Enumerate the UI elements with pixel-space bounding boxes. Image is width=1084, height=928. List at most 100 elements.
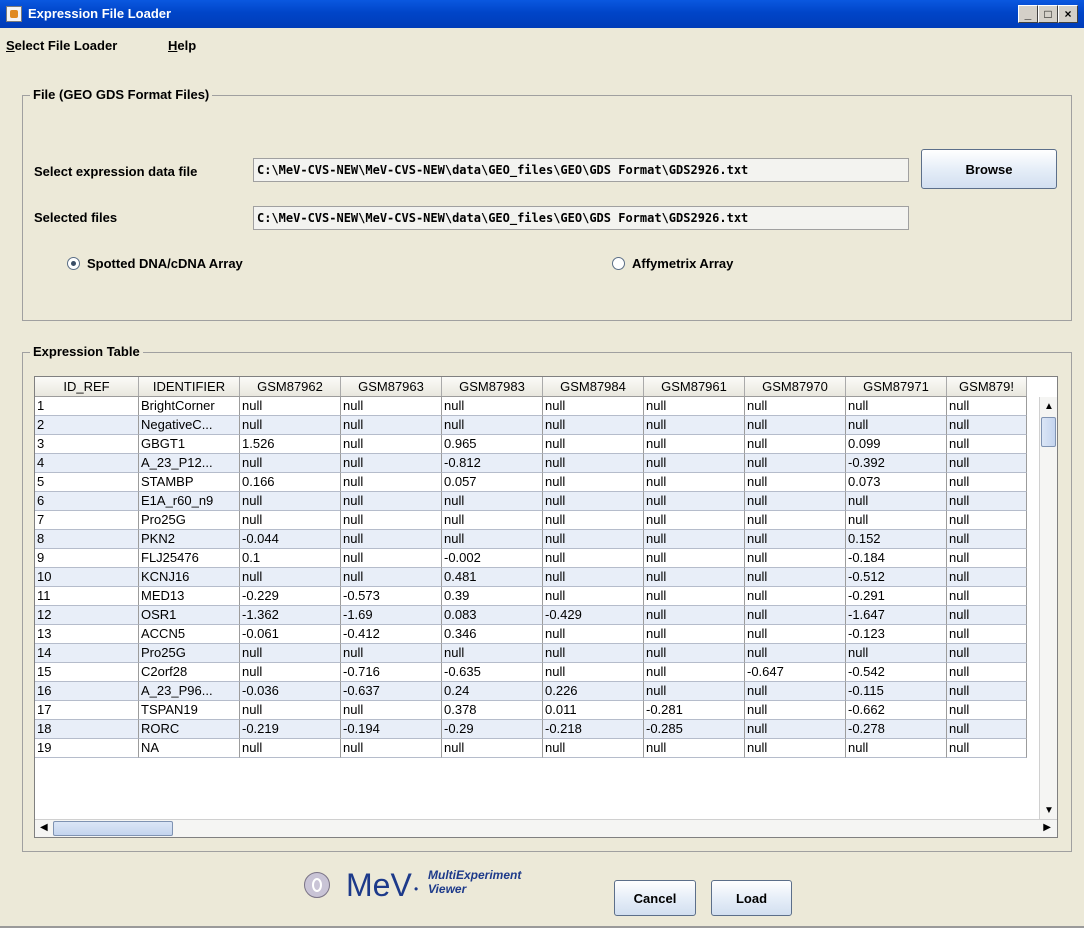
table-cell[interactable]: null bbox=[240, 397, 341, 416]
scroll-down-icon[interactable]: ▼ bbox=[1044, 805, 1054, 816]
table-cell[interactable]: null bbox=[947, 435, 1027, 454]
menu-select-file-loader[interactable]: Select File Loader bbox=[6, 38, 117, 53]
table-cell[interactable]: -0.635 bbox=[442, 663, 543, 682]
table-cell[interactable]: -1.69 bbox=[341, 606, 442, 625]
table-cell[interactable]: FLJ25476 bbox=[139, 549, 240, 568]
minimize-button[interactable]: _ bbox=[1018, 5, 1038, 23]
table-cell[interactable]: null bbox=[644, 454, 745, 473]
radio-affymetrix-array[interactable]: Affymetrix Array bbox=[612, 256, 733, 271]
table-cell[interactable]: null bbox=[745, 587, 846, 606]
table-cell[interactable]: null bbox=[745, 416, 846, 435]
table-cell[interactable]: 7 bbox=[35, 511, 139, 530]
table-cell[interactable]: null bbox=[745, 549, 846, 568]
table-cell[interactable]: null bbox=[442, 416, 543, 435]
table-cell[interactable]: null bbox=[846, 739, 947, 758]
column-header[interactable]: GSM87983 bbox=[442, 377, 543, 396]
vertical-scrollbar[interactable]: ▲ ▼ bbox=[1039, 397, 1057, 820]
table-cell[interactable]: null bbox=[442, 644, 543, 663]
scroll-right-icon[interactable]: ▶ bbox=[1043, 822, 1051, 833]
table-cell[interactable]: null bbox=[745, 473, 846, 492]
table-cell[interactable]: 0.099 bbox=[846, 435, 947, 454]
table-cell[interactable]: A_23_P96... bbox=[139, 682, 240, 701]
table-row[interactable]: 7 Pro25G null null null null null null null null bbox=[35, 511, 1027, 530]
table-cell[interactable]: null bbox=[745, 682, 846, 701]
table-cell[interactable]: null bbox=[644, 587, 745, 606]
table-cell[interactable]: PKN2 bbox=[139, 530, 240, 549]
table-row[interactable]: 16 A_23_P96... -0.036 -0.637 0.24 0.226 null nu… bbox=[35, 682, 1027, 701]
table-cell[interactable]: null bbox=[947, 720, 1027, 739]
table-cell[interactable]: KCNJ16 bbox=[139, 568, 240, 587]
table-cell[interactable]: -0.716 bbox=[341, 663, 442, 682]
table-row[interactable]: 5 STAMBP 0.166 null 0.057 null null null 0.073 nu… bbox=[35, 473, 1027, 492]
table-cell[interactable]: 13 bbox=[35, 625, 139, 644]
table-cell[interactable]: null bbox=[341, 568, 442, 587]
table-cell[interactable]: 11 bbox=[35, 587, 139, 606]
table-cell[interactable]: -1.647 bbox=[846, 606, 947, 625]
table-cell[interactable]: null bbox=[745, 492, 846, 511]
table-cell[interactable]: null bbox=[745, 530, 846, 549]
table-cell[interactable]: null bbox=[543, 473, 644, 492]
table-cell[interactable]: null bbox=[846, 492, 947, 511]
table-cell[interactable]: 0.965 bbox=[442, 435, 543, 454]
table-cell[interactable]: -0.637 bbox=[341, 682, 442, 701]
table-cell[interactable]: 0.346 bbox=[442, 625, 543, 644]
table-cell[interactable]: RORC bbox=[139, 720, 240, 739]
column-header[interactable]: ID_REF bbox=[35, 377, 139, 396]
table-row[interactable]: 10 KCNJ16 null null 0.481 null null null -0.512 n… bbox=[35, 568, 1027, 587]
table-cell[interactable]: null bbox=[341, 739, 442, 758]
scroll-up-icon[interactable]: ▲ bbox=[1044, 401, 1054, 412]
table-cell[interactable]: null bbox=[947, 568, 1027, 587]
column-header[interactable]: GSM87963 bbox=[341, 377, 442, 396]
table-cell[interactable]: 4 bbox=[35, 454, 139, 473]
table-cell[interactable]: null bbox=[644, 644, 745, 663]
table-cell[interactable]: -0.812 bbox=[442, 454, 543, 473]
table-cell[interactable]: 0.057 bbox=[442, 473, 543, 492]
table-cell[interactable]: -0.392 bbox=[846, 454, 947, 473]
table-cell[interactable]: 18 bbox=[35, 720, 139, 739]
table-cell[interactable]: null bbox=[947, 416, 1027, 435]
table-cell[interactable]: null bbox=[846, 511, 947, 530]
table-cell[interactable]: null bbox=[442, 397, 543, 416]
table-cell[interactable]: 0.226 bbox=[543, 682, 644, 701]
table-cell[interactable]: 0.378 bbox=[442, 701, 543, 720]
browse-button[interactable]: Browse bbox=[921, 149, 1057, 189]
table-cell[interactable]: null bbox=[745, 454, 846, 473]
table-cell[interactable]: 3 bbox=[35, 435, 139, 454]
table-cell[interactable]: -0.219 bbox=[240, 720, 341, 739]
table-cell[interactable]: 0.481 bbox=[442, 568, 543, 587]
table-row[interactable]: 6 E1A_r60_n9 null null null null null null null n… bbox=[35, 492, 1027, 511]
table-cell[interactable]: null bbox=[341, 473, 442, 492]
table-cell[interactable]: null bbox=[543, 530, 644, 549]
close-button[interactable]: × bbox=[1058, 5, 1078, 23]
table-cell[interactable]: 5 bbox=[35, 473, 139, 492]
table-cell[interactable]: null bbox=[947, 739, 1027, 758]
table-cell[interactable]: 1.526 bbox=[240, 435, 341, 454]
table-row[interactable]: 12 OSR1 -1.362 -1.69 0.083 -0.429 null null -1.6… bbox=[35, 606, 1027, 625]
table-cell[interactable]: null bbox=[644, 663, 745, 682]
table-cell[interactable]: -0.512 bbox=[846, 568, 947, 587]
table-row[interactable]: 9 FLJ25476 0.1 null -0.002 null null null -0.184… bbox=[35, 549, 1027, 568]
table-cell[interactable]: null bbox=[341, 397, 442, 416]
table-cell[interactable]: A_23_P12... bbox=[139, 454, 240, 473]
table-cell[interactable]: null bbox=[947, 473, 1027, 492]
table-cell[interactable]: 1 bbox=[35, 397, 139, 416]
table-cell[interactable]: GBGT1 bbox=[139, 435, 240, 454]
table-cell[interactable]: NA bbox=[139, 739, 240, 758]
table-cell[interactable]: null bbox=[442, 530, 543, 549]
menu-help[interactable]: Help bbox=[168, 38, 196, 53]
table-row[interactable]: 1 BrightCorner null null null null null null nul… bbox=[35, 397, 1027, 416]
column-header[interactable]: GSM879! bbox=[947, 377, 1027, 396]
table-cell[interactable]: null bbox=[543, 397, 644, 416]
table-cell[interactable]: -0.002 bbox=[442, 549, 543, 568]
table-cell[interactable]: TSPAN19 bbox=[139, 701, 240, 720]
table-cell[interactable]: null bbox=[947, 682, 1027, 701]
title-bar[interactable]: Expression File Loader _ □ × bbox=[0, 0, 1084, 28]
table-cell[interactable]: Pro25G bbox=[139, 511, 240, 530]
table-cell[interactable]: 17 bbox=[35, 701, 139, 720]
table-cell[interactable]: STAMBP bbox=[139, 473, 240, 492]
table-row[interactable]: 18 RORC -0.219 -0.194 -0.29 -0.218 -0.285 null -… bbox=[35, 720, 1027, 739]
table-cell[interactable]: null bbox=[947, 397, 1027, 416]
table-row[interactable]: 14 Pro25G null null null null null null null null bbox=[35, 644, 1027, 663]
table-cell[interactable]: -0.278 bbox=[846, 720, 947, 739]
column-header[interactable]: GSM87984 bbox=[543, 377, 644, 396]
